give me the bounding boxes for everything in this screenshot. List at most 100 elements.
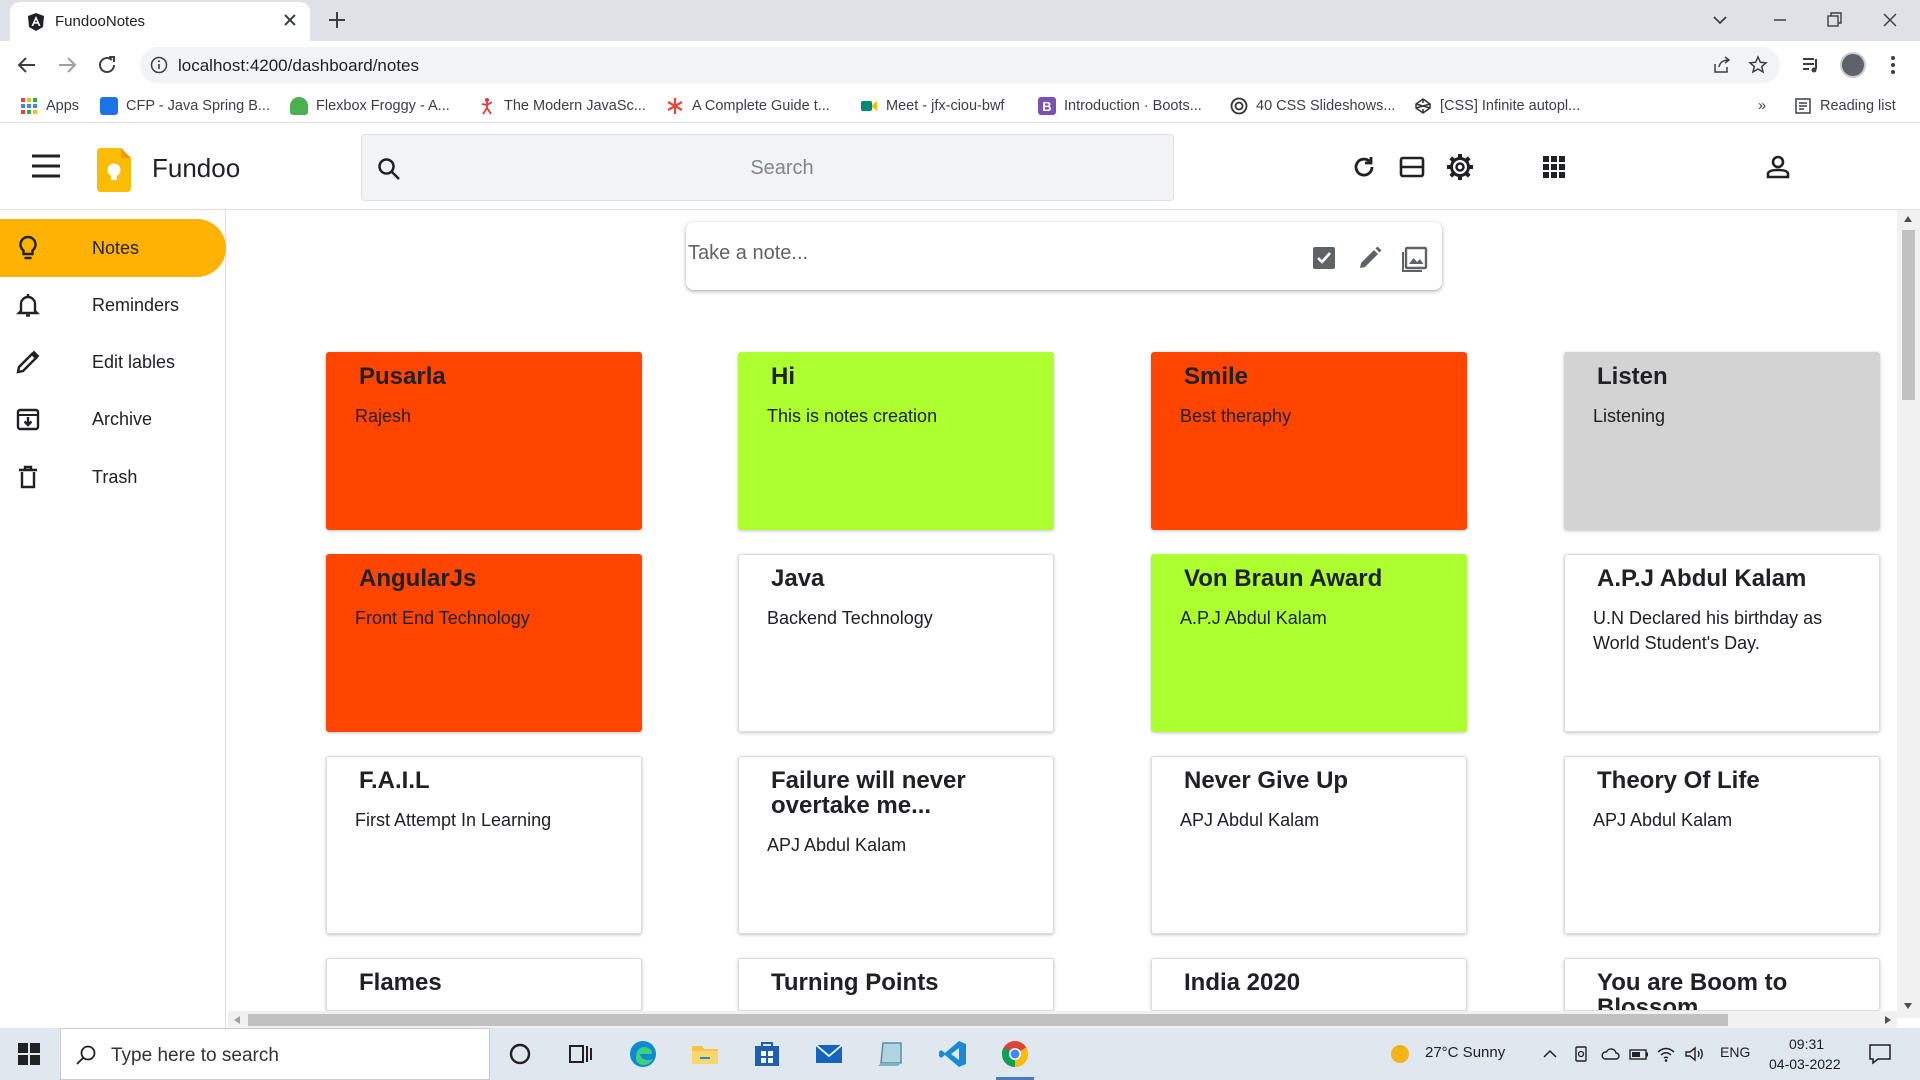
checkbox-list-icon[interactable] xyxy=(1310,244,1338,272)
note-card[interactable]: Hi This is notes creation xyxy=(738,352,1054,530)
more-bookmarks-button[interactable]: » xyxy=(1758,95,1766,117)
note-title: Java xyxy=(771,565,825,592)
note-card[interactable]: Listen Listening xyxy=(1564,352,1880,530)
clock-time[interactable]: 09:31 xyxy=(1789,1036,1824,1052)
browser-tab[interactable]: FundooNotes xyxy=(10,2,310,41)
chrome-icon[interactable] xyxy=(999,1038,1031,1070)
take-note-bar[interactable]: Take a note... xyxy=(686,222,1442,290)
bookmark-css-slideshows[interactable]: 40 CSS Slideshows... xyxy=(1230,95,1395,117)
media-control-icon[interactable] xyxy=(1800,54,1822,76)
weather-text[interactable]: 27°C Sunny xyxy=(1425,1044,1505,1061)
note-card[interactable]: India 2020 xyxy=(1151,958,1467,1011)
sidebar-item-edit-labels[interactable]: Edit lables xyxy=(0,333,226,391)
bookmark-modern-javascript[interactable]: The Modern JavaSc... xyxy=(478,95,646,117)
task-view-icon[interactable] xyxy=(564,1038,596,1070)
reading-list-button[interactable]: Reading list xyxy=(1794,95,1896,117)
note-card[interactable]: Pusarla Rajesh xyxy=(326,352,642,530)
horizontal-scrollbar[interactable] xyxy=(228,1011,1897,1028)
note-card[interactable]: You are Boom to Blossom xyxy=(1564,958,1880,1011)
search-icon xyxy=(75,1044,97,1066)
reading-list-icon xyxy=(1794,97,1812,115)
bookmark-bootstrap[interactable]: B Introduction · Boots... xyxy=(1038,95,1202,117)
note-card[interactable]: A.P.J Abdul Kalam U.N Declared his birthd… xyxy=(1564,554,1880,732)
bookmark-complete-guide[interactable]: A Complete Guide t... xyxy=(666,95,830,117)
cortana-icon[interactable] xyxy=(504,1038,536,1070)
note-card[interactable]: AngularJs Front End Technology xyxy=(326,554,642,732)
url-text[interactable]: localhost:4200/dashboard/notes xyxy=(178,56,419,76)
pen-draw-icon[interactable] xyxy=(1356,244,1384,272)
scroll-left-arrow-icon[interactable] xyxy=(233,1015,241,1025)
close-window-icon[interactable] xyxy=(1880,10,1900,30)
note-card[interactable]: F.A.I.L First Attempt In Learning xyxy=(326,756,642,934)
image-icon[interactable] xyxy=(1402,244,1430,272)
sidebar-item-reminders[interactable]: Reminders xyxy=(0,276,226,334)
microsoft-store-icon[interactable] xyxy=(751,1038,783,1070)
list-view-icon[interactable] xyxy=(1397,152,1427,182)
account-icon[interactable] xyxy=(1763,152,1793,182)
meet-icon xyxy=(860,97,878,115)
wifi-icon[interactable] xyxy=(1656,1045,1676,1063)
reload-icon[interactable] xyxy=(96,54,118,76)
share-icon[interactable] xyxy=(1712,55,1732,75)
battery-icon[interactable] xyxy=(1628,1045,1650,1063)
onedrive-cloud-icon[interactable] xyxy=(1600,1045,1620,1063)
hamburger-menu-icon[interactable] xyxy=(30,153,62,179)
new-tab-icon[interactable] xyxy=(326,9,348,31)
edge-browser-icon[interactable] xyxy=(627,1038,659,1070)
close-tab-icon[interactable] xyxy=(280,10,300,30)
profile-avatar[interactable] xyxy=(1840,52,1866,78)
back-icon[interactable] xyxy=(16,54,38,76)
note-body: Listening xyxy=(1593,406,1666,426)
note-card[interactable]: Failure will never overtake me... APJ Abd… xyxy=(738,756,1054,934)
minimize-icon[interactable] xyxy=(1770,10,1790,30)
scroll-up-arrow-icon[interactable] xyxy=(1903,215,1913,223)
bookmark-star-icon[interactable] xyxy=(1748,55,1768,75)
windows-start-icon[interactable] xyxy=(18,1043,40,1065)
vertical-scroll-thumb[interactable] xyxy=(1902,230,1915,400)
kebab-menu-icon[interactable] xyxy=(1882,54,1904,76)
refresh-icon[interactable] xyxy=(1349,152,1379,182)
language-indicator[interactable]: ENG xyxy=(1720,1044,1750,1060)
note-card[interactable]: Flames xyxy=(326,958,642,1011)
device-icon[interactable] xyxy=(1572,1045,1590,1063)
tab-search-chevron-icon[interactable] xyxy=(1710,10,1730,30)
clock-date[interactable]: 04-03-2022 xyxy=(1769,1056,1841,1072)
app-title: Fundoo xyxy=(152,153,241,183)
volume-icon[interactable] xyxy=(1684,1045,1706,1063)
vscode-icon[interactable] xyxy=(937,1038,969,1070)
sidebar-item-trash[interactable]: Trash xyxy=(0,448,226,506)
search-bar[interactable] xyxy=(361,134,1174,201)
search-input[interactable] xyxy=(422,149,1142,187)
note-card[interactable]: Theory Of Life APJ Abdul Kalam xyxy=(1564,756,1880,934)
note-card[interactable]: Never Give Up APJ Abdul Kalam xyxy=(1151,756,1467,934)
note-card[interactable]: Smile Best theraphy xyxy=(1151,352,1467,530)
site-info-icon[interactable] xyxy=(150,56,168,74)
take-note-placeholder[interactable]: Take a note... xyxy=(688,242,808,265)
search-icon[interactable] xyxy=(376,156,402,182)
horizontal-scroll-thumb[interactable] xyxy=(248,1014,1728,1026)
bookmark-meet[interactable]: Meet - jfx-ciou-bwf xyxy=(860,95,1004,117)
file-explorer-icon[interactable] xyxy=(689,1038,721,1070)
app-window-icon[interactable] xyxy=(875,1038,907,1070)
taskbar-search-box[interactable]: Type here to search xyxy=(60,1028,490,1080)
address-bar[interactable]: localhost:4200/dashboard/notes xyxy=(140,47,1780,83)
vertical-scrollbar[interactable] xyxy=(1897,210,1920,1018)
mail-icon[interactable] xyxy=(813,1038,845,1070)
forward-icon[interactable] xyxy=(56,54,78,76)
notifications-icon[interactable] xyxy=(1868,1043,1892,1065)
note-card[interactable]: Turning Points xyxy=(738,958,1054,1011)
restore-icon[interactable] xyxy=(1824,10,1844,30)
note-card[interactable]: Java Backend Technology xyxy=(738,554,1054,732)
note-card[interactable]: Von Braun Award A.P.J Abdul Kalam xyxy=(1151,554,1467,732)
sidebar-item-archive[interactable]: Archive xyxy=(0,390,226,448)
settings-gear-icon[interactable] xyxy=(1445,152,1475,182)
bookmark-apps[interactable]: Apps xyxy=(20,95,79,117)
bookmark-flexbox-froggy[interactable]: Flexbox Froggy - A... xyxy=(290,95,450,117)
bookmark-cfp[interactable]: CFP - Java Spring B... xyxy=(100,95,270,117)
scroll-right-arrow-icon[interactable] xyxy=(1884,1015,1892,1025)
apps-grid-icon[interactable] xyxy=(1539,152,1569,182)
sidebar-item-notes[interactable]: Notes xyxy=(0,219,226,277)
bookmark-css-infinite[interactable]: [CSS] Infinite autopl... xyxy=(1414,95,1580,117)
show-hidden-icons-chevron-icon[interactable] xyxy=(1542,1046,1558,1062)
scroll-down-arrow-icon[interactable] xyxy=(1903,1002,1913,1010)
